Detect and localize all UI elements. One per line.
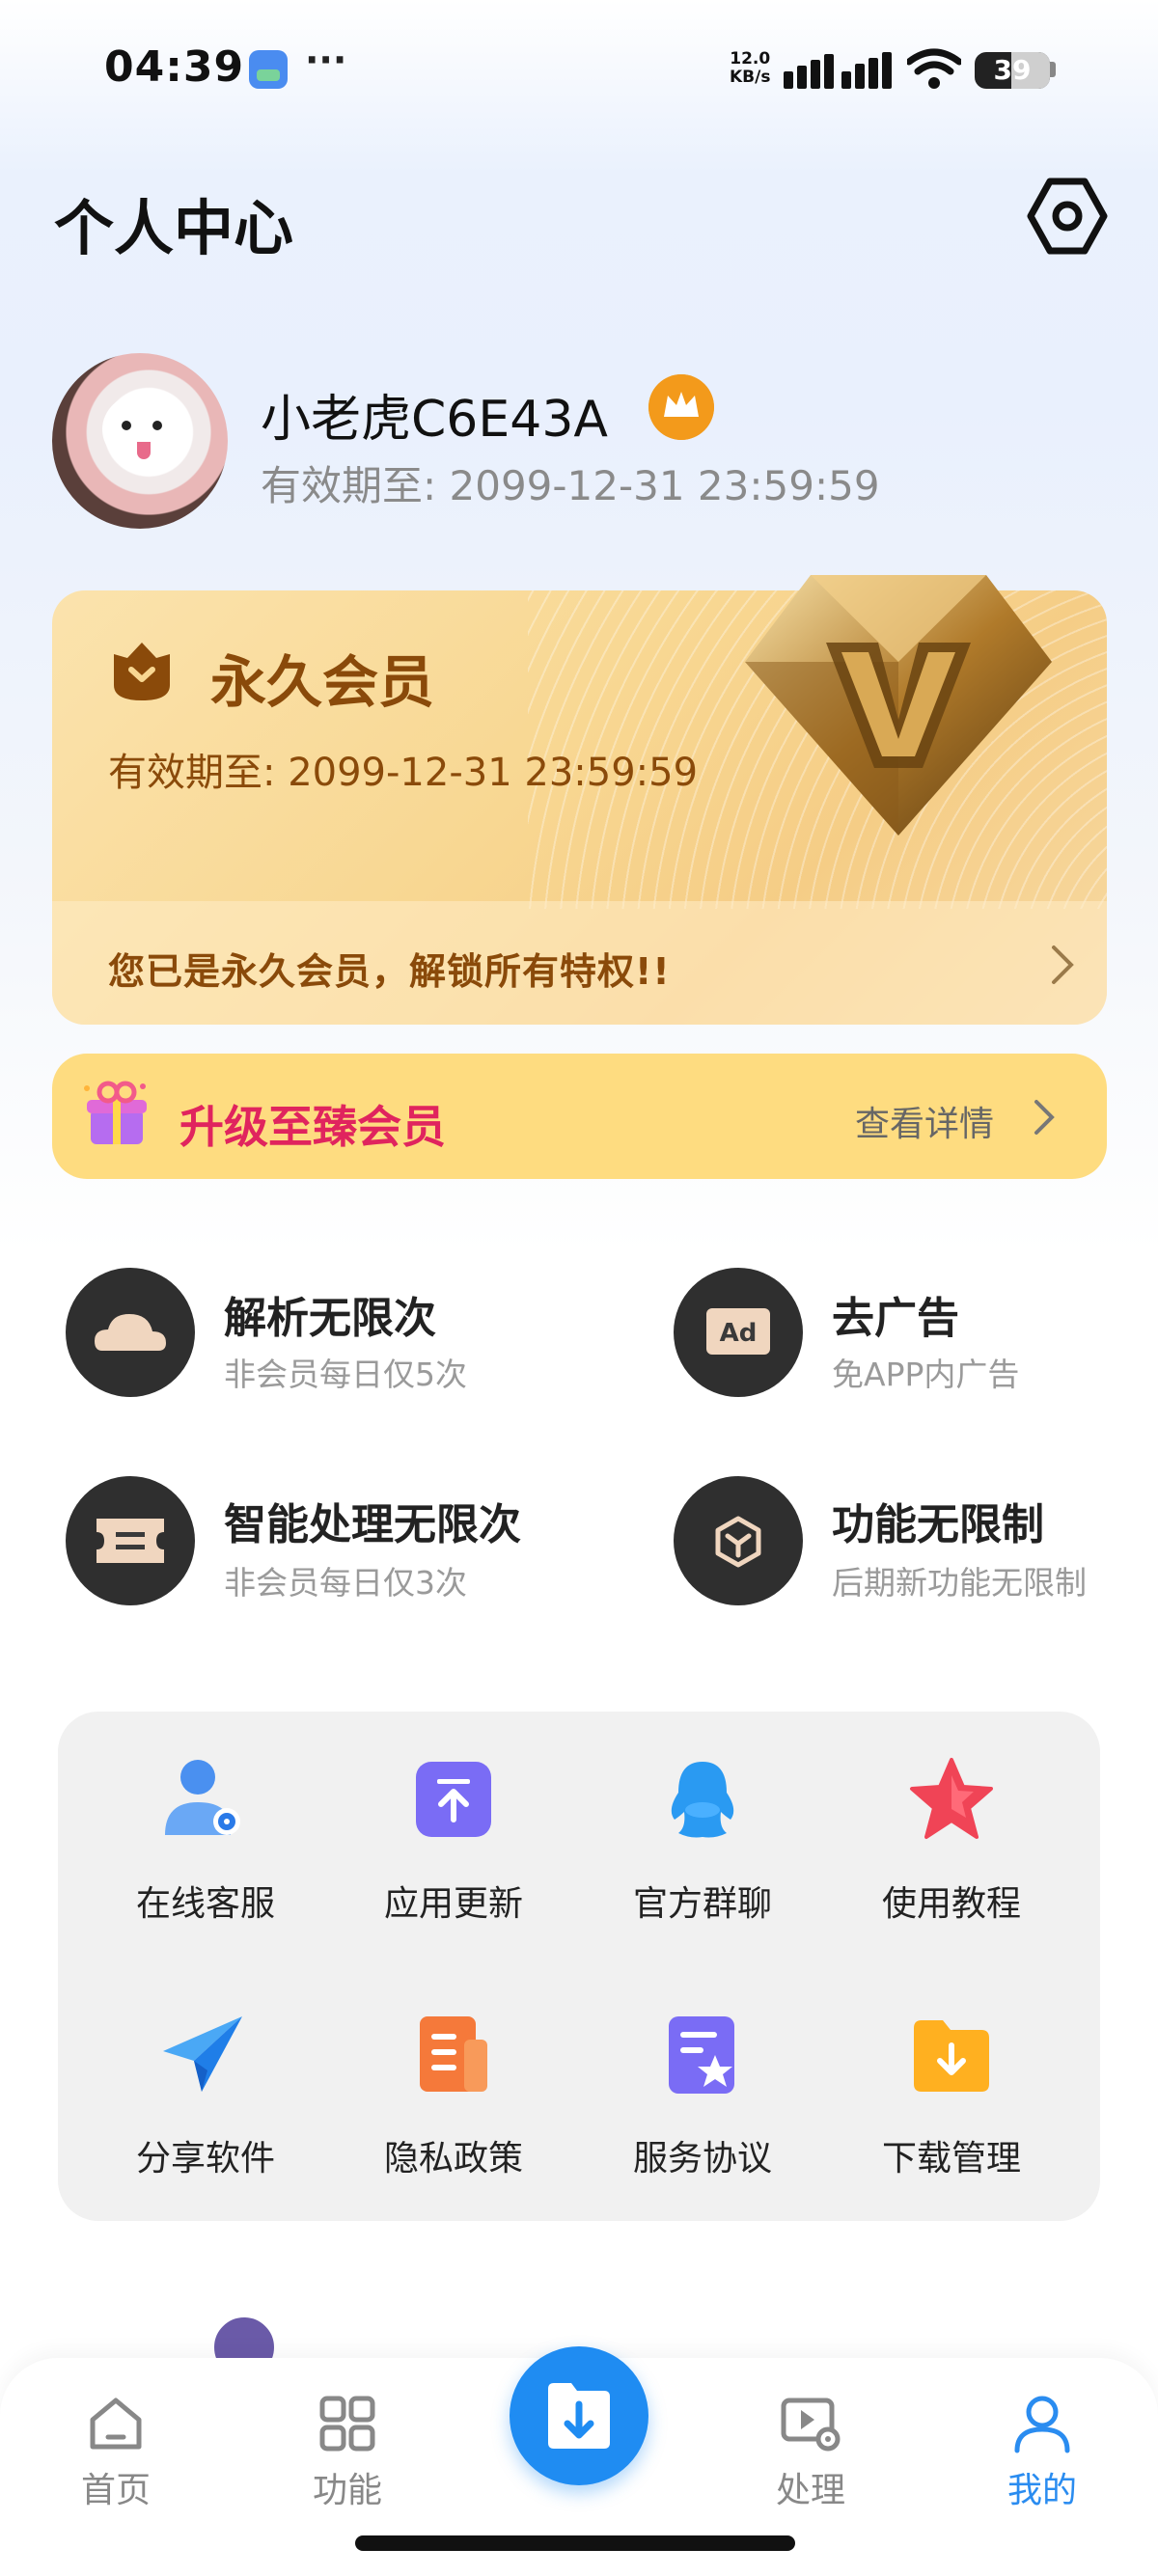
download-fab[interactable] xyxy=(510,2346,648,2485)
network-speed-unit: KB/s xyxy=(730,68,771,87)
shortcut-privacy[interactable]: 隐私政策 xyxy=(347,2011,560,2194)
shortcut-label: 服务协议 xyxy=(632,2139,772,2179)
benefit-sub: 免APP内广告 xyxy=(832,1356,1020,1393)
tab-label: 首页 xyxy=(80,2471,151,2510)
tab-home[interactable]: 首页 xyxy=(48,2393,183,2512)
benefit-sub: 非会员每日仅3次 xyxy=(224,1564,467,1602)
network-speed-value: 12.0 xyxy=(730,49,771,69)
shortcut-tutorial[interactable]: 使用教程 xyxy=(845,1756,1058,1939)
paper-plane-icon xyxy=(163,2016,242,2092)
battery-tip xyxy=(1050,62,1056,77)
shield-icon xyxy=(114,643,170,700)
benefit-title: 智能处理无限次 xyxy=(224,1500,521,1549)
settings-icon[interactable] xyxy=(1025,174,1110,259)
tab-label: 功能 xyxy=(312,2471,382,2510)
avatar[interactable] xyxy=(52,353,228,529)
benefit-sub: 非会员每日仅5次 xyxy=(224,1356,467,1393)
membership-expiry: 有效期至: 2099-12-31 23:59:59 xyxy=(261,462,880,509)
username: 小老虎C6E43A xyxy=(261,391,608,449)
svg-text:Ad: Ad xyxy=(720,1319,758,1348)
gift-icon xyxy=(84,1081,147,1144)
shortcut-label: 下载管理 xyxy=(881,2139,1021,2179)
ticket-icon xyxy=(66,1476,195,1605)
upgrade-label: 升级至臻会员 xyxy=(179,1101,446,1153)
notification-app-icon xyxy=(249,50,288,89)
member-title: 永久会员 xyxy=(210,649,435,715)
update-icon xyxy=(416,1762,491,1837)
ad-icon: Ad xyxy=(674,1268,803,1397)
benefit-title: 去广告 xyxy=(832,1294,959,1343)
download-folder-icon xyxy=(548,2383,610,2449)
customer-service-icon xyxy=(165,1760,240,1835)
chevron-right-icon[interactable] xyxy=(1048,944,1077,986)
tab-process[interactable]: 处理 xyxy=(743,2393,878,2512)
cube-icon xyxy=(674,1476,803,1605)
tab-label: 处理 xyxy=(775,2471,845,2510)
shortcut-qq-group[interactable]: 官方群聊 xyxy=(596,1756,809,1939)
shortcut-download-manager[interactable]: 下载管理 xyxy=(845,2011,1058,2194)
home-icon xyxy=(90,2398,142,2450)
agreement-doc-icon xyxy=(669,2016,734,2094)
status-time: 04:39 xyxy=(104,42,245,92)
person-icon xyxy=(1014,2396,1070,2453)
shortcut-label: 在线客服 xyxy=(135,1884,275,1924)
view-details-link[interactable]: 查看详情 xyxy=(855,1096,994,1146)
home-indicator[interactable] xyxy=(355,2535,795,2551)
tab-mine[interactable]: 我的 xyxy=(975,2393,1110,2512)
grid-icon xyxy=(319,2396,375,2452)
shortcut-share[interactable]: 分享软件 xyxy=(99,2011,312,2194)
benefit-title: 解析无限次 xyxy=(224,1294,436,1343)
network-speed: 12.0 KB/s xyxy=(730,50,770,87)
cloud-icon xyxy=(66,1268,195,1397)
download-folder-icon xyxy=(914,2020,989,2092)
privacy-doc-icon xyxy=(420,2016,487,2092)
tab-features[interactable]: 功能 xyxy=(280,2393,415,2512)
more-notifications-icon: ··· xyxy=(305,39,347,81)
chevron-right-icon[interactable] xyxy=(1033,1098,1056,1137)
crown-icon xyxy=(648,374,714,440)
shortcut-label: 隐私政策 xyxy=(383,2139,523,2179)
shortcut-label: 分享软件 xyxy=(135,2139,275,2179)
star-tutorial-icon xyxy=(910,1758,993,1839)
page-title: 个人中心 xyxy=(54,193,294,263)
member-expiry: 有效期至: 2099-12-31 23:59:59 xyxy=(108,751,699,795)
shortcut-agreement[interactable]: 服务协议 xyxy=(596,2011,809,2194)
wifi-icon xyxy=(907,48,961,89)
battery-icon: 39 xyxy=(975,52,1050,89)
tab-label: 我的 xyxy=(1006,2471,1077,2510)
video-settings-icon xyxy=(781,2398,841,2452)
qq-group-icon xyxy=(671,1762,734,1838)
benefit-title: 功能无限制 xyxy=(832,1500,1044,1549)
shortcut-label: 官方群聊 xyxy=(632,1884,772,1924)
battery-level: 39 xyxy=(993,54,1032,86)
benefit-sub: 后期新功能无限制 xyxy=(832,1564,1087,1602)
shortcut-update[interactable]: 应用更新 xyxy=(347,1756,560,1939)
shortcut-label: 使用教程 xyxy=(881,1884,1021,1924)
signal-icon xyxy=(784,48,894,89)
shortcut-customer-service[interactable]: 在线客服 xyxy=(99,1756,312,1939)
shortcut-label: 应用更新 xyxy=(383,1884,523,1924)
diamond-icon xyxy=(745,575,1052,836)
member-note: 您已是永久会员，解锁所有特权!! xyxy=(108,950,671,993)
